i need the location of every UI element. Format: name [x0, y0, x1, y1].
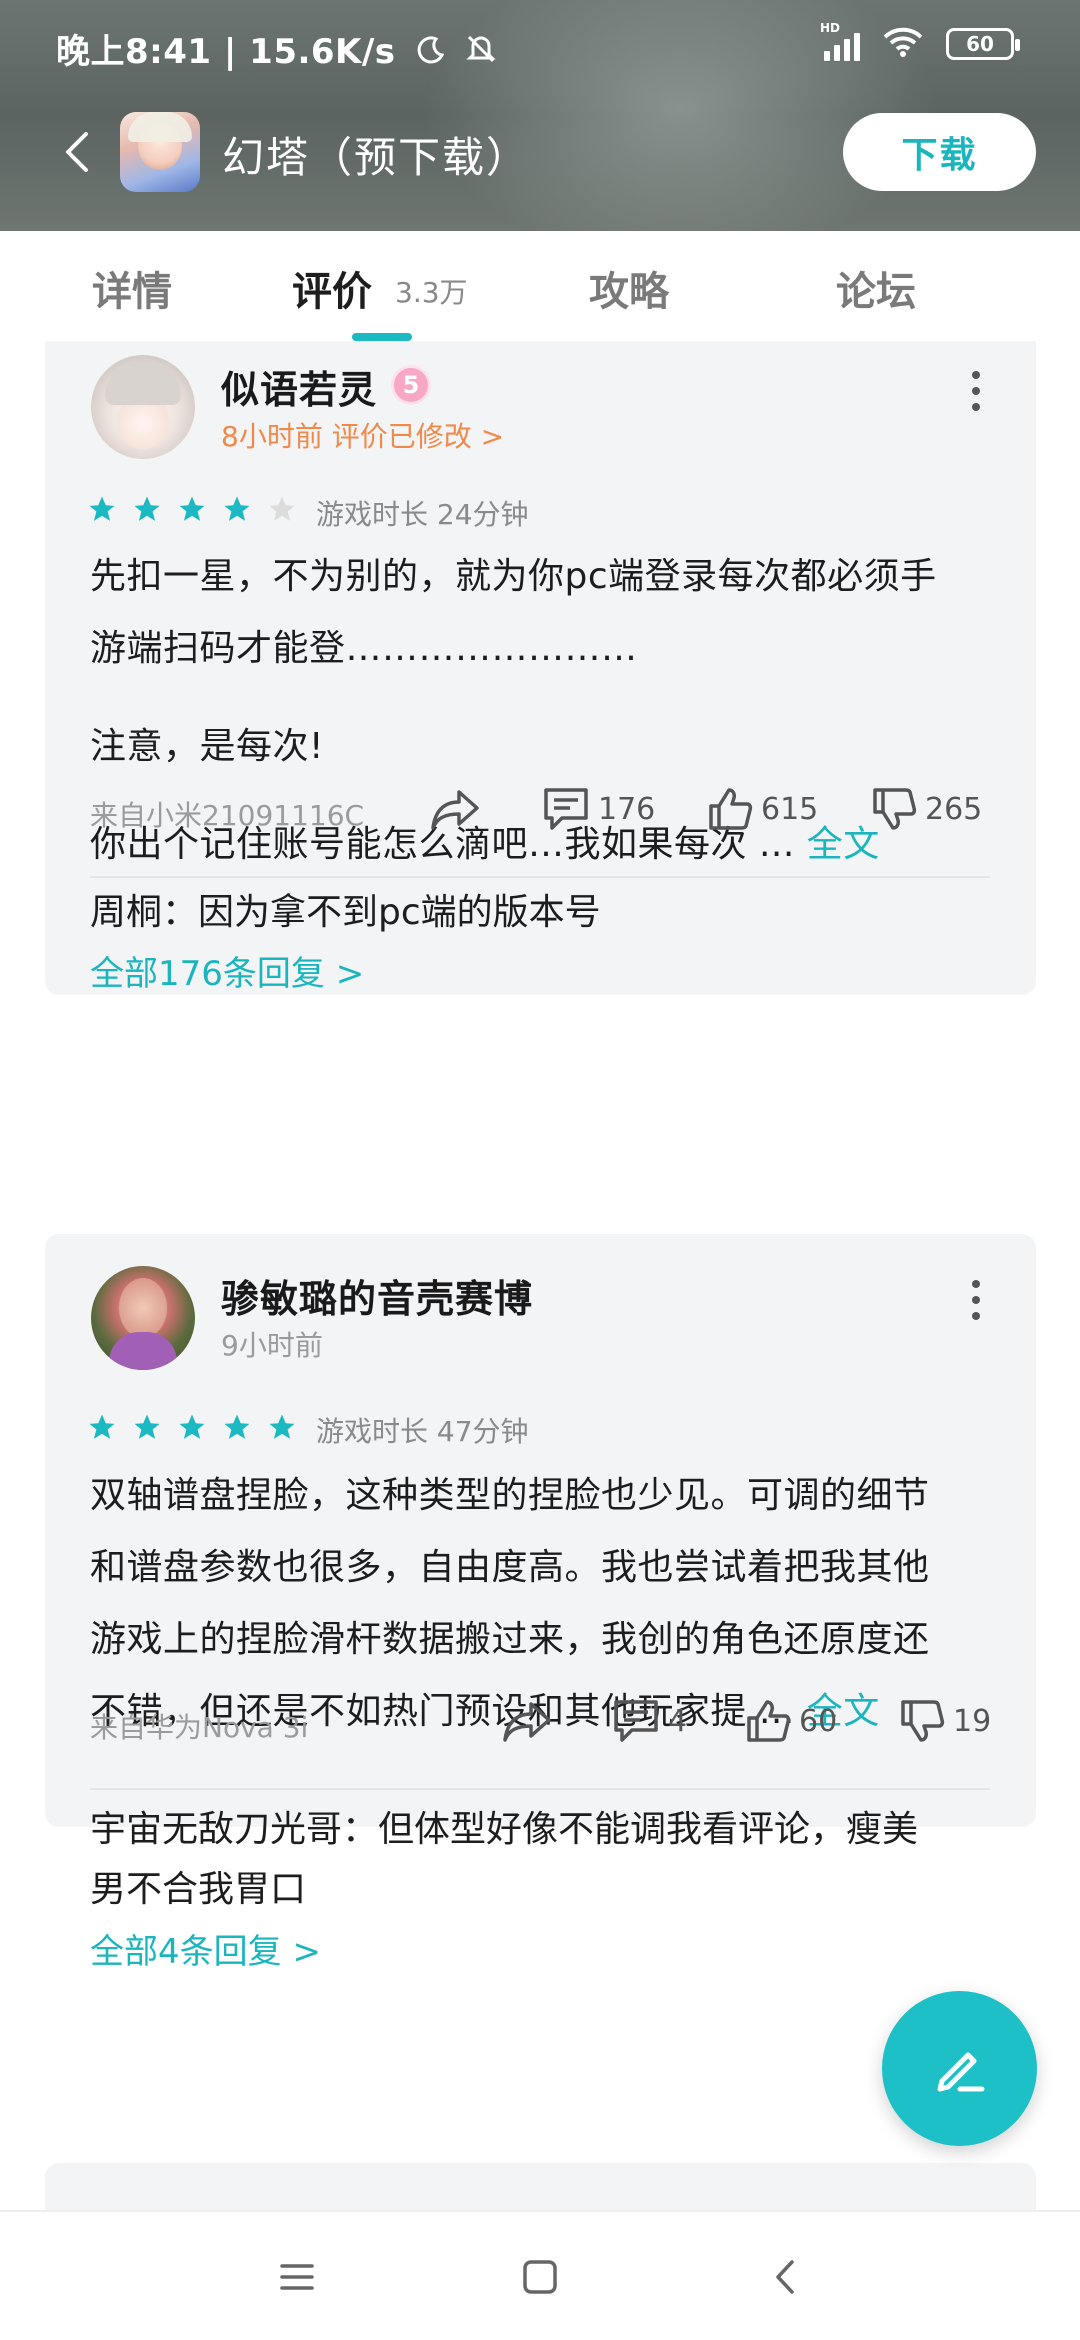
review-card [45, 2163, 1036, 2210]
dislike-button[interactable]: 265 [871, 786, 982, 832]
app-header: 晚上8:41 | 15.6K/s HD 60 幻塔（预下载） 下载 [0, 0, 1080, 231]
like-button[interactable]: 615 [707, 786, 818, 832]
review-list[interactable]: 似语若灵 5 8小时前 评价已修改 > 游戏时长 24分钟 先扣一星，不为别的，… [0, 341, 1080, 2210]
rating-stars [87, 494, 297, 524]
reply-preview[interactable]: 宇宙无敌刀光哥：但体型好像不能调我看评论，瘦美 男不合我胃口 [90, 1800, 918, 1920]
device-info: 来自小米21091116C [90, 799, 365, 832]
more-icon[interactable] [971, 1280, 981, 1320]
review-card: 骖敏璐的音壳赛博 9小时前 游戏时长 47分钟 双轴谱盘捏脸，这种类型的捏脸也少… [45, 1234, 1036, 1972]
dislike-button[interactable]: 19 [899, 1698, 991, 1744]
moon-icon [416, 34, 446, 74]
review-username[interactable]: 骖敏璐的音壳赛博 [221, 1268, 533, 1323]
review-time[interactable]: 8小时前 评价已修改 > [221, 415, 504, 455]
edit-icon [937, 2052, 984, 2091]
tab-guides[interactable]: 攻略 [589, 259, 669, 317]
playtime: 游戏时长 24分钟 [316, 498, 529, 531]
review-username[interactable]: 似语若灵 [221, 359, 377, 414]
download-button[interactable]: 下载 [843, 113, 1036, 191]
thumb-up-icon [747, 1700, 791, 1742]
star-icon [269, 1414, 295, 1439]
thumb-up-icon [709, 788, 753, 830]
back-icon[interactable] [56, 128, 104, 176]
bell-off-icon [466, 33, 496, 74]
device-info: 来自华为Nova 3i [90, 1711, 309, 1744]
star-icon [269, 496, 295, 521]
reply-preview[interactable]: 周桐：因为拿不到pc端的版本号 [90, 883, 601, 943]
tab-indicator [352, 333, 412, 341]
star-icon [134, 1414, 160, 1439]
avatar[interactable] [91, 355, 195, 459]
star-icon [89, 1414, 115, 1439]
more-icon[interactable] [971, 371, 981, 411]
star-icon [89, 496, 115, 521]
signal-icon: HD [820, 21, 860, 61]
comment-icon [614, 1700, 658, 1742]
avatar[interactable] [91, 1266, 195, 1370]
all-replies-link[interactable]: 全部4条回复 > [90, 1924, 321, 1973]
star-icon [179, 1414, 205, 1439]
nav-back-icon[interactable] [762, 2252, 812, 2302]
playtime: 游戏时长 47分钟 [316, 1415, 529, 1448]
all-replies-link[interactable]: 全部176条回复 > [90, 946, 364, 995]
title-row: 幻塔（预下载） 下载 [0, 110, 1080, 194]
comment-button[interactable]: 4 [612, 1698, 687, 1744]
level-badge: 5 [391, 365, 431, 405]
share-icon [503, 1702, 551, 1742]
app-title: 幻塔（预下载） [222, 133, 531, 182]
review-time: 9小时前 [221, 1329, 323, 1362]
battery-icon: 60 [946, 28, 1020, 60]
app-icon [120, 112, 200, 192]
wifi-icon [882, 26, 924, 62]
share-button[interactable] [501, 1698, 553, 1744]
divider [90, 1788, 990, 1790]
star-icon [224, 1414, 250, 1439]
tab-reviews[interactable]: 评价 [292, 259, 372, 317]
star-icon [134, 496, 160, 521]
tab-forum[interactable]: 论坛 [836, 259, 916, 317]
share-icon [431, 790, 479, 830]
status-icons: HD 60 [820, 21, 1020, 62]
tab-bar: 详情 评价 3.3万 攻略 论坛 [0, 231, 1080, 341]
comment-icon [544, 788, 588, 830]
menu-icon[interactable] [272, 2252, 322, 2302]
comment-button[interactable]: 176 [542, 786, 655, 832]
tab-reviews-count: 3.3万 [395, 276, 468, 309]
status-bar: 晚上8:41 | 15.6K/s HD 60 [0, 0, 1080, 96]
status-time: 晚上8:41 | 15.6K/s [56, 24, 496, 74]
share-button[interactable] [429, 786, 481, 832]
star-icon [179, 496, 205, 521]
review-card: 似语若灵 5 8小时前 评价已修改 > 游戏时长 24分钟 先扣一星，不为别的，… [45, 341, 1036, 995]
system-nav-bar [0, 2210, 1080, 2340]
like-button[interactable]: 60 [745, 1698, 837, 1744]
home-icon[interactable] [515, 2252, 565, 2302]
write-review-button[interactable] [882, 1991, 1037, 2146]
divider [90, 876, 990, 878]
rating-stars [87, 1412, 297, 1442]
star-icon [224, 496, 250, 521]
thumb-down-icon [901, 1700, 945, 1742]
tab-details[interactable]: 详情 [92, 259, 172, 317]
thumb-down-icon [873, 788, 917, 830]
